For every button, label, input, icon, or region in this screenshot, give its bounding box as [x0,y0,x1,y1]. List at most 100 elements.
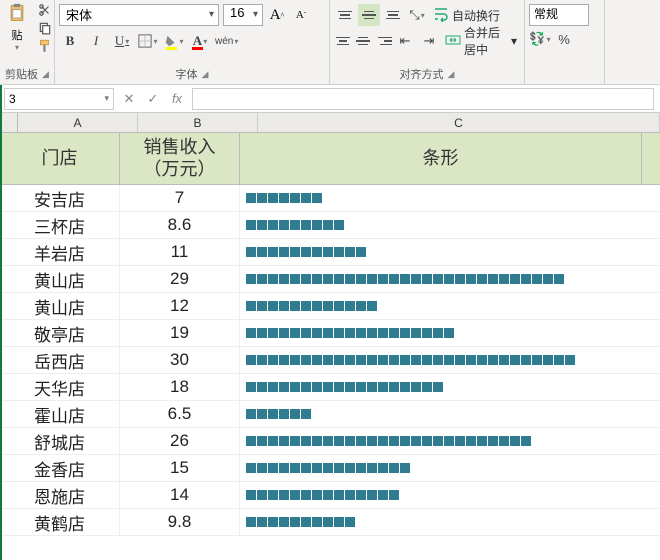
dialog-launcher-icon[interactable]: ◢ [202,69,209,80]
orientation-button[interactable]: ⤡▾ [406,4,428,26]
bar-square [521,274,531,284]
cell-bar[interactable] [240,185,642,211]
font-color-button[interactable]: A▾ [189,30,211,52]
align-bottom-button[interactable] [382,4,404,26]
cell-revenue[interactable]: 14 [120,482,240,508]
phonetic-button[interactable]: wén▾ [215,30,238,52]
cell-revenue[interactable]: 6.5 [120,401,240,427]
paste-button[interactable]: 贴 ▾ [0,2,34,54]
wrap-label: 自动换行 [452,7,500,24]
cell-revenue[interactable]: 30 [120,347,240,373]
copy-button[interactable] [36,20,54,36]
header-revenue[interactable]: 销售收入 （万元） [120,133,240,184]
cell-store[interactable]: 羊岩店 [0,239,120,265]
column-header-C[interactable]: C [258,113,660,132]
bar-square [257,436,267,446]
cell-bar[interactable] [240,320,642,346]
bar-square [400,274,410,284]
cell-revenue[interactable]: 29 [120,266,240,292]
cell-store[interactable]: 敬亭店 [0,320,120,346]
decrease-indent-button[interactable]: ⇤ [394,30,416,52]
merge-center-button[interactable]: 合并后居中▾ [442,30,520,52]
cell-revenue[interactable]: 15 [120,455,240,481]
cell-bar[interactable] [240,347,642,373]
cell-bar[interactable] [240,212,642,238]
cell-store[interactable]: 舒城店 [0,428,120,454]
cell-store[interactable]: 安吉店 [0,185,120,211]
cell-store[interactable]: 恩施店 [0,482,120,508]
cell-bar[interactable] [240,482,642,508]
cell-bar[interactable] [240,374,642,400]
increase-indent-button[interactable]: ⇥ [418,30,440,52]
percent-button[interactable]: % [553,28,575,50]
font-size-select[interactable]: 16▾ [223,4,263,26]
cell-revenue[interactable]: 7 [120,185,240,211]
cell-bar[interactable] [240,266,642,292]
border-button[interactable]: ▾ [137,30,159,52]
increase-font-button[interactable]: A^ [267,4,287,26]
cell-bar[interactable] [240,293,642,319]
bar-square [389,436,399,446]
cell-store[interactable]: 黄山店 [0,266,120,292]
accounting-format-button[interactable]: 💱▾ [529,28,551,50]
cell-store[interactable]: 岳西店 [0,347,120,373]
wrap-text-button[interactable]: 自动换行 [430,4,503,26]
name-box[interactable]: 3▾ [4,88,114,110]
cell-revenue[interactable]: 8.6 [120,212,240,238]
cell-store[interactable]: 天华店 [0,374,120,400]
cell-revenue[interactable]: 12 [120,293,240,319]
bar-square [334,382,344,392]
bar-square [246,382,256,392]
bar-square [268,517,278,527]
header-store[interactable]: 门店 [0,133,120,184]
align-center-button[interactable] [354,30,372,52]
cell-revenue[interactable]: 19 [120,320,240,346]
bold-button[interactable]: B [59,30,81,52]
header-bar[interactable]: 条形 [240,133,642,184]
align-left-button[interactable] [334,30,352,52]
bar-square [268,355,278,365]
bar-square [279,409,289,419]
number-format-select[interactable]: 常规 [529,4,589,26]
bar-square [323,463,333,473]
column-header-A[interactable]: A [18,113,138,132]
cell-bar[interactable] [240,428,642,454]
bar-square [279,328,289,338]
cell-bar[interactable] [240,509,642,535]
cell-revenue[interactable]: 9.8 [120,509,240,535]
cell-revenue[interactable]: 18 [120,374,240,400]
cancel-button[interactable]: ✕ [120,90,138,108]
enter-button[interactable]: ✓ [144,90,162,108]
cell-store[interactable]: 三杯店 [0,212,120,238]
cell-store[interactable]: 黄鹤店 [0,509,120,535]
bar-square [290,301,300,311]
group-label-font: 字体 [176,66,198,82]
cell-store[interactable]: 金香店 [0,455,120,481]
cell-bar[interactable] [240,239,642,265]
cell-store[interactable]: 霍山店 [0,401,120,427]
cell-revenue[interactable]: 11 [120,239,240,265]
dialog-launcher-icon[interactable]: ◢ [448,69,455,80]
fx-button[interactable]: fx [168,90,186,108]
align-middle-button[interactable] [358,4,380,26]
align-right-button[interactable] [374,30,392,52]
select-all-corner[interactable] [0,113,18,132]
column-header-B[interactable]: B [138,113,258,132]
dialog-launcher-icon[interactable]: ◢ [42,69,49,80]
align-top-button[interactable] [334,4,356,26]
decrease-font-button[interactable]: Aˇ [291,4,311,26]
fill-color-button[interactable]: ▾ [163,30,185,52]
cut-button[interactable] [36,2,54,18]
bar-square [433,355,443,365]
formula-input[interactable] [192,88,654,110]
underline-button[interactable]: U▾ [111,30,133,52]
cell-bar[interactable] [240,455,642,481]
cell-revenue[interactable]: 26 [120,428,240,454]
cell-bar[interactable] [240,401,642,427]
paste-label: 贴 [12,27,23,43]
italic-button[interactable]: I [85,30,107,52]
format-painter-button[interactable] [36,38,54,54]
cell-store[interactable]: 黄山店 [0,293,120,319]
bar-square [279,274,289,284]
font-name-select[interactable]: 宋体▾ [59,4,219,26]
